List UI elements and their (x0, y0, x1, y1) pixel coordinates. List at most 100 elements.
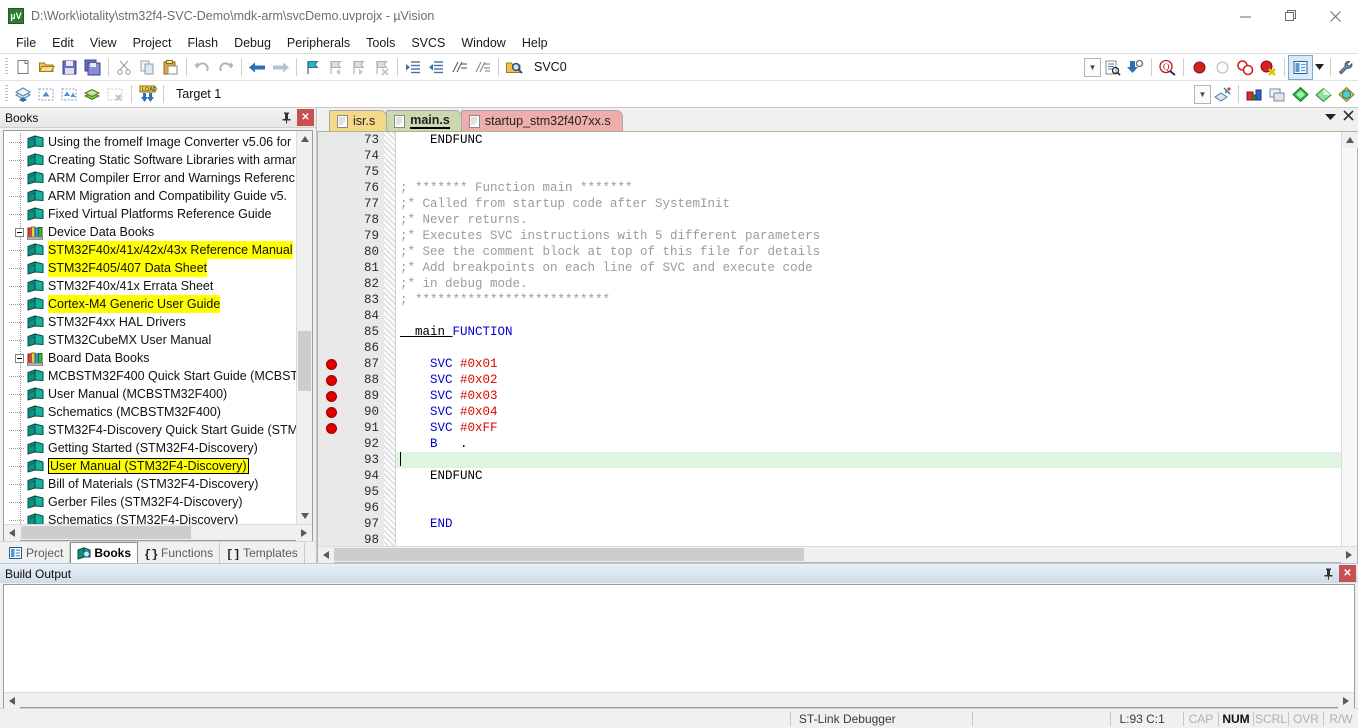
project-window-dropdown-icon[interactable] (1312, 56, 1326, 79)
build-output-area[interactable] (3, 584, 1355, 709)
code-line[interactable]: SVC #0x02 (396, 372, 1357, 388)
uncomment-icon[interactable] (471, 56, 494, 79)
tree-book-row[interactable]: STM32CubeMX User Manual (4, 331, 312, 349)
minimize-button[interactable] (1223, 0, 1268, 32)
breakpoint-slot[interactable] (318, 180, 344, 196)
code-line[interactable]: ;* in debug mode. (396, 276, 1357, 292)
tree-book-row[interactable]: STM32F4-Discovery Quick Start Guide (STM (4, 421, 312, 439)
tree-folder-row[interactable]: Device Data Books (4, 223, 312, 241)
tree-book-row[interactable]: User Manual (MCBSTM32F400) (4, 385, 312, 403)
tree-book-row[interactable]: Bill of Materials (STM32F4-Discovery) (4, 475, 312, 493)
breakpoint-slot[interactable] (318, 244, 344, 260)
search-input[interactable]: SVC0 (526, 60, 575, 74)
collapse-icon[interactable] (15, 227, 24, 237)
status-flag-cap[interactable]: CAP (1184, 709, 1218, 728)
code-line[interactable]: ; ************************** (396, 292, 1357, 308)
status-flag-rw[interactable]: R/W (1324, 709, 1358, 728)
breakpoint-slot[interactable] (318, 260, 344, 276)
breakpoint-icon[interactable] (325, 422, 337, 434)
tree-book-row[interactable]: MCBSTM32F400 Quick Start Guide (MCBSTM (4, 367, 312, 385)
close-icon[interactable]: ✕ (1339, 565, 1356, 582)
menu-view[interactable]: View (82, 33, 125, 53)
close-icon[interactable]: ✕ (297, 109, 314, 126)
tree-book-row[interactable]: STM32F4xx HAL Drivers (4, 313, 312, 331)
bookmark-toggle-icon[interactable] (301, 56, 324, 79)
scroll-right-icon[interactable] (1341, 546, 1357, 563)
pin-icon[interactable] (1320, 565, 1337, 582)
status-flag-num[interactable]: NUM (1219, 709, 1253, 728)
tree-book-row[interactable]: Gerber Files (STM32F4-Discovery) (4, 493, 312, 511)
disable-breakpoint-icon[interactable] (1211, 56, 1234, 79)
tree-book-row[interactable]: ARM Migration and Compatibility Guide v5… (4, 187, 312, 205)
project-window-icon[interactable] (1288, 54, 1313, 80)
tree-book-row[interactable]: Schematics (STM32F4-Discovery) (4, 511, 312, 524)
collapse-icon[interactable] (15, 353, 24, 363)
code-line[interactable]: __main FUNCTION (396, 324, 1357, 340)
breakpoint-slot[interactable] (318, 484, 344, 500)
bookmark-clear-icon[interactable] (370, 56, 393, 79)
editor-tab-startup-stm32f407xx-s[interactable]: startup_stm32f407xx.s (460, 110, 623, 131)
options-target-icon[interactable] (1289, 83, 1312, 106)
menu-debug[interactable]: Debug (226, 33, 279, 53)
breakpoint-slot[interactable] (318, 164, 344, 180)
bookmark-prev-icon[interactable] (324, 56, 347, 79)
breakpoint-slot[interactable] (318, 292, 344, 308)
tree-book-row[interactable]: User Manual (STM32F4-Discovery) (4, 457, 312, 475)
panel-tab-books[interactable]: Books (70, 542, 139, 563)
breakpoint-slot[interactable] (318, 420, 344, 436)
code-line[interactable]: B . (396, 436, 1357, 452)
cut-icon[interactable] (113, 56, 136, 79)
breakpoint-slot[interactable] (318, 276, 344, 292)
menu-svcs[interactable]: SVCS (403, 33, 453, 53)
copy-icon[interactable] (136, 56, 159, 79)
code-line[interactable] (396, 164, 1357, 180)
menu-tools[interactable]: Tools (358, 33, 403, 53)
code-line[interactable] (396, 308, 1357, 324)
scroll-down-icon[interactable] (297, 508, 312, 524)
target-dropdown-button[interactable]: ▼ (1194, 84, 1211, 104)
build-target-icon[interactable] (35, 83, 58, 106)
menu-file[interactable]: File (8, 33, 44, 53)
code-line[interactable] (396, 532, 1357, 546)
tree-book-row[interactable]: Schematics (MCBSTM32F400) (4, 403, 312, 421)
breakpoint-slot[interactable] (318, 324, 344, 340)
options-file-icon[interactable] (1335, 83, 1358, 106)
undo-icon[interactable] (191, 56, 214, 79)
panel-tab-project[interactable]: Project (3, 543, 71, 563)
code-line[interactable] (396, 148, 1357, 164)
status-flag-scrl[interactable]: SCRL (1254, 709, 1288, 728)
code-line[interactable] (396, 340, 1357, 356)
batch-build-icon[interactable] (81, 83, 104, 106)
find-next-icon[interactable] (1124, 56, 1147, 79)
configure-icon[interactable] (1335, 56, 1358, 79)
options-group-icon[interactable] (1312, 83, 1335, 106)
breakpoint-icon[interactable] (325, 358, 337, 370)
books-tree-hscrollbar[interactable] (4, 524, 312, 541)
chevron-down-icon[interactable] (1325, 110, 1336, 124)
scroll-left-icon[interactable] (4, 525, 20, 541)
code-line[interactable] (396, 452, 1357, 468)
breakpoint-gutter[interactable] (318, 132, 344, 546)
toolbar-grip[interactable] (5, 58, 8, 76)
breakpoint-slot[interactable] (318, 372, 344, 388)
code-line[interactable]: ;* Never returns. (396, 212, 1357, 228)
code-line[interactable]: ;* Executes SVC instructions with 5 diff… (396, 228, 1357, 244)
manage-project-items-icon[interactable] (1211, 83, 1234, 106)
code-line[interactable]: SVC #0x04 (396, 404, 1357, 420)
breakpoint-slot[interactable] (318, 452, 344, 468)
editor-vscrollbar[interactable] (1341, 132, 1358, 546)
breakpoint-slot[interactable] (318, 196, 344, 212)
code-line[interactable]: ENDFUNC (396, 468, 1357, 484)
menu-flash[interactable]: Flash (179, 33, 226, 53)
multi-project-icon[interactable] (1266, 83, 1289, 106)
code-line[interactable]: SVC #0xFF (396, 420, 1357, 436)
editor-hscrollbar[interactable] (318, 546, 1357, 563)
breakpoint-icon[interactable] (325, 374, 337, 386)
insert-breakpoint-icon[interactable] (1188, 56, 1211, 79)
menu-project[interactable]: Project (125, 33, 180, 53)
breakpoint-icon[interactable] (325, 390, 337, 402)
navigate-back-icon[interactable] (246, 56, 269, 79)
bookmark-next-icon[interactable] (347, 56, 370, 79)
rebuild-all-icon[interactable] (58, 83, 81, 106)
target-select[interactable]: Target 1 (168, 87, 298, 101)
